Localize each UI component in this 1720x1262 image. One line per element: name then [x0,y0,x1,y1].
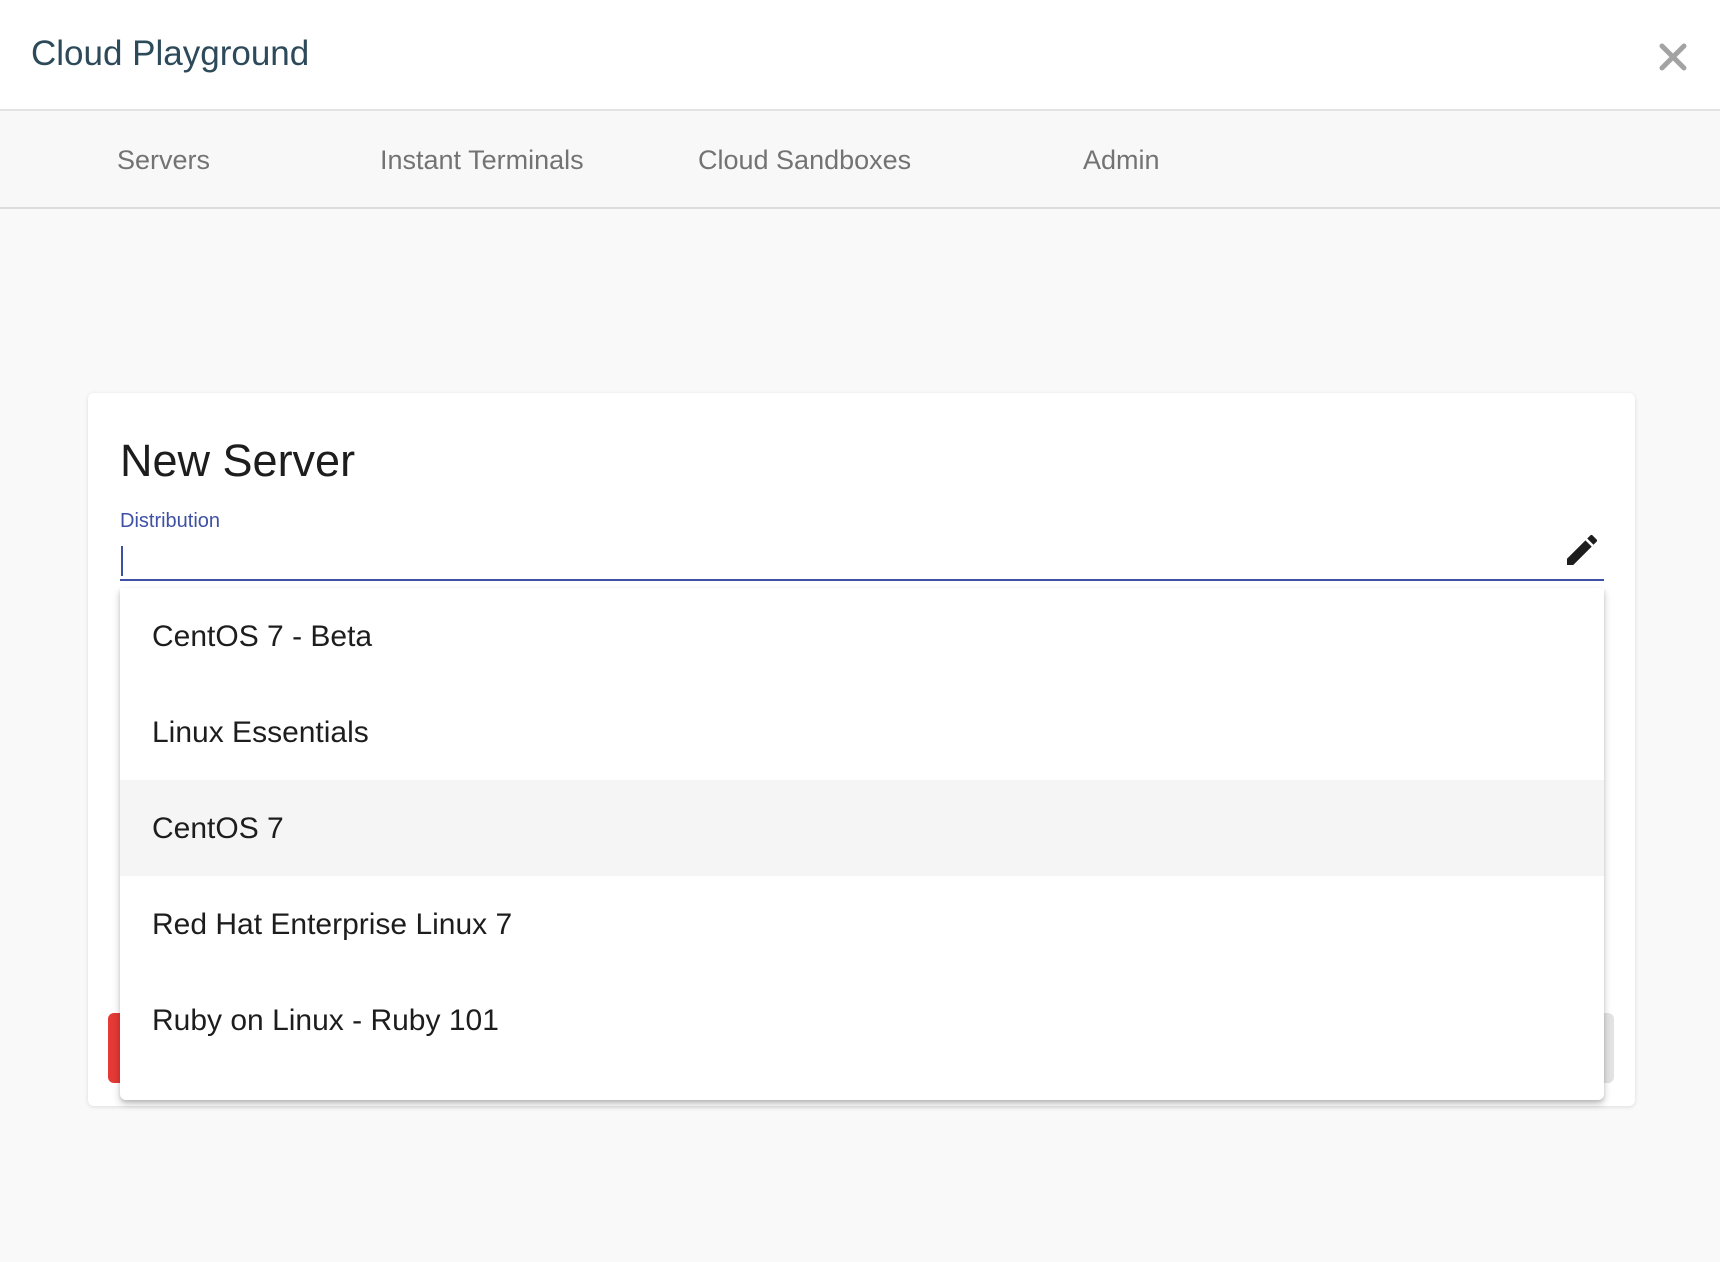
tab-servers[interactable]: Servers [117,142,210,178]
tab-admin[interactable]: Admin [1083,142,1160,178]
option-label: CentOS 7 [152,812,284,845]
dropdown-option[interactable]: Red Hat Enterprise Linux 7 [120,876,1604,972]
distribution-input[interactable] [120,533,1604,581]
text-caret [121,546,123,576]
close-button[interactable] [1652,36,1694,78]
dropdown-option[interactable]: CentOS 7 - Beta [120,588,1604,684]
dropdown-option[interactable]: CentOS 7 [120,780,1604,876]
close-icon [1659,43,1687,71]
nav-bar: Servers Instant Terminals Cloud Sandboxe… [0,111,1720,209]
edit-button[interactable] [1562,530,1602,570]
app-title: Cloud Playground [31,34,310,73]
distribution-label: Distribution [120,510,221,532]
pencil-icon [1567,534,1598,565]
option-label: Red Hat Enterprise Linux 7 [152,908,513,941]
dropdown-option[interactable]: Ruby on Linux - Ruby 101 [120,972,1604,1068]
dropdown-option[interactable]: Linux Essentials [120,684,1604,780]
option-label: Linux Essentials [152,716,369,749]
page-title: New Server [120,435,356,486]
tab-cloud-sandboxes[interactable]: Cloud Sandboxes [698,142,911,178]
app-header: Cloud Playground [0,0,1720,111]
distribution-dropdown: CentOS 7 - Beta Linux Essentials CentOS … [120,588,1604,1100]
option-label: Ruby on Linux - Ruby 101 [152,1004,499,1037]
option-label: CentOS 7 - Beta [152,620,373,653]
tab-instant-terminals[interactable]: Instant Terminals [380,142,584,178]
